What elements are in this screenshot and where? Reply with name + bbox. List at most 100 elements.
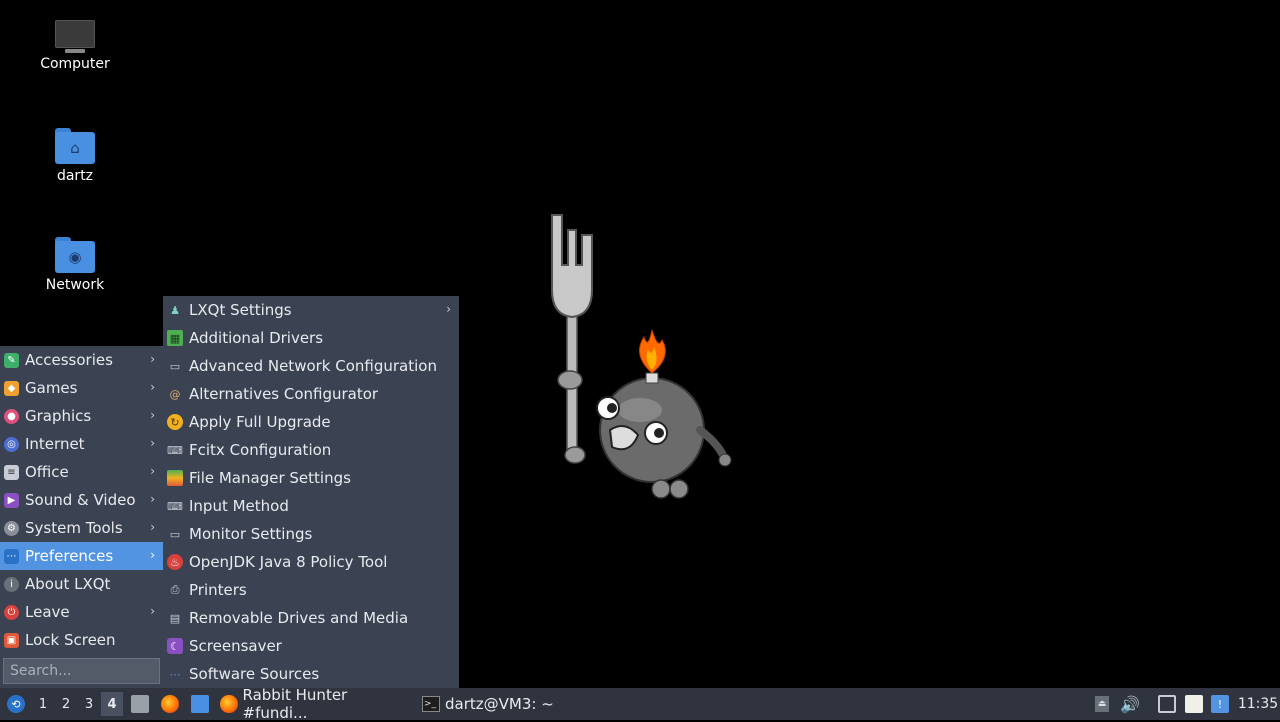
preferences-icon: ⋯ — [4, 548, 19, 564]
screensaver-icon: ☾ — [167, 638, 183, 654]
menu-item-graphics[interactable]: ● Graphics › — [0, 402, 163, 430]
office-icon: ≡ — [4, 464, 19, 480]
volume-icon: 🔊 — [1120, 694, 1140, 714]
desktop-icon-label: Computer — [40, 56, 110, 72]
menu-item-label: Graphics — [25, 407, 92, 425]
menu-item-preferences[interactable]: ⋯ Preferences › — [0, 542, 163, 570]
submenu-item-screensaver[interactable]: ☾ Screensaver — [163, 632, 459, 660]
menu-item-label: Printers — [189, 581, 247, 599]
input-method-icon: ⌨ — [167, 499, 183, 513]
tray-eject[interactable]: ⏏ — [1092, 688, 1112, 720]
accessories-icon: ✎ — [4, 352, 19, 368]
alternatives-icon: @ — [169, 387, 181, 401]
submenu-item-openjdk-policy-tool[interactable]: ♨ OpenJDK Java 8 Policy Tool — [163, 548, 459, 576]
lock-icon: ▣ — [4, 632, 19, 648]
menu-item-accessories[interactable]: ✎ Accessories › — [0, 346, 163, 374]
submenu-item-lxqt-settings[interactable]: ♟ LXQt Settings › — [163, 296, 459, 324]
system-tools-icon: ⚙ — [4, 520, 19, 536]
monitor-icon: ▭ — [169, 527, 181, 541]
lubuntu-logo-icon: ⟲ — [7, 695, 25, 713]
menu-item-system-tools[interactable]: ⚙ System Tools › — [0, 514, 163, 542]
workspace-label: 2 — [61, 696, 71, 712]
menu-item-label: Screensaver — [189, 637, 282, 655]
computer-icon — [55, 20, 95, 53]
tray-clipboard[interactable] — [1184, 688, 1204, 720]
main-menu-button[interactable]: ⟲ — [4, 688, 28, 720]
menu-item-internet[interactable]: ◎ Internet › — [0, 430, 163, 458]
sound-video-icon: ▶ — [4, 492, 19, 508]
workspace-1[interactable]: 1 — [32, 688, 54, 720]
application-menu: ✎ Accessories › ◆ Games › ● Graphics › ◎… — [0, 346, 163, 688]
drive-icon: ▤ — [169, 611, 181, 625]
menu-item-label: OpenJDK Java 8 Policy Tool — [189, 553, 388, 571]
keyboard-icon: ⌨ — [167, 443, 183, 457]
printer-icon: ⎙ — [170, 583, 180, 596]
menu-item-label: Alternatives Configurator — [189, 385, 379, 403]
workspace-label: 3 — [84, 696, 94, 712]
quicklaunch-desktop[interactable] — [190, 688, 210, 720]
menu-item-label: Apply Full Upgrade — [189, 413, 331, 431]
submenu-item-monitor-settings[interactable]: ▭ Monitor Settings — [163, 520, 459, 548]
chevron-right-icon: › — [150, 352, 155, 366]
submenu-item-additional-drivers[interactable]: ▦ Additional Drivers — [163, 324, 459, 352]
desktop-icon-network[interactable]: ◉ Network — [20, 237, 130, 293]
submenu-item-file-manager-settings[interactable]: File Manager Settings — [163, 464, 459, 492]
file-manager-icon — [131, 695, 149, 713]
workspace-2[interactable]: 2 — [55, 688, 77, 720]
workspace-4[interactable]: 4 — [101, 692, 123, 716]
menu-item-label: Accessories — [25, 351, 113, 369]
desktop-icon-label: dartz — [56, 168, 94, 184]
desktop-icon-home[interactable]: ⌂ dartz — [20, 128, 130, 184]
menu-item-about[interactable]: i About LXQt — [0, 570, 163, 598]
clock[interactable]: 11:35 — [1238, 688, 1278, 720]
menu-item-label: Fcitx Configuration — [189, 441, 332, 459]
menu-item-office[interactable]: ≡ Office › — [0, 458, 163, 486]
menu-item-label: Sound & Video — [25, 491, 136, 509]
quicklaunch-firefox[interactable] — [160, 688, 180, 720]
chevron-right-icon: › — [446, 302, 451, 316]
tray-network[interactable] — [1157, 688, 1177, 720]
preferences-submenu: ♟ LXQt Settings › ▦ Additional Drivers ▭… — [163, 296, 459, 688]
tray-volume[interactable]: 🔊 — [1120, 688, 1140, 720]
chevron-right-icon: › — [150, 436, 155, 450]
task-firefox[interactable]: Rabbit Hunter #fundi... — [220, 686, 412, 722]
menu-item-label: Advanced Network Configuration — [189, 357, 437, 375]
submenu-item-software-sources[interactable]: ⋯ Software Sources — [163, 660, 459, 688]
menu-item-sound-video[interactable]: ▶ Sound & Video › — [0, 486, 163, 514]
menu-item-label: Internet — [25, 435, 85, 453]
menu-item-lock-screen[interactable]: ▣ Lock Screen — [0, 626, 163, 654]
menu-item-label: About LXQt — [25, 575, 111, 593]
chevron-right-icon: › — [150, 380, 155, 394]
submenu-item-advanced-network-configuration[interactable]: ▭ Advanced Network Configuration — [163, 352, 459, 380]
wallpaper-mascot — [551, 214, 732, 499]
tray-notifications[interactable]: ! — [1210, 688, 1230, 720]
task-terminal[interactable]: >_ dartz@VM3: ~ — [422, 688, 602, 720]
submenu-item-input-method[interactable]: ⌨ Input Method — [163, 492, 459, 520]
submenu-item-fcitx-configuration[interactable]: ⌨ Fcitx Configuration — [163, 436, 459, 464]
submenu-item-apply-full-upgrade[interactable]: ↻ Apply Full Upgrade — [163, 408, 459, 436]
submenu-item-printers[interactable]: ⎙ Printers — [163, 576, 459, 604]
menu-item-label: LXQt Settings — [189, 301, 292, 319]
taskbar: ⟲ 1 2 3 4 Rabbit Hunter #fundi... >_ dar… — [0, 686, 1280, 722]
lxqt-settings-icon: ♟ — [170, 303, 180, 317]
workspace-label: 1 — [38, 696, 48, 712]
java-icon: ♨ — [167, 554, 183, 570]
menu-search-input[interactable]: Search... — [3, 658, 160, 684]
menu-item-label: Additional Drivers — [189, 329, 324, 347]
clock-time: 11:35 — [1237, 696, 1279, 712]
menu-item-label: Lock Screen — [25, 631, 116, 649]
menu-item-games[interactable]: ◆ Games › — [0, 374, 163, 402]
desktop-icon-label: Network — [45, 277, 105, 293]
desktop-icon-computer[interactable]: Computer — [20, 20, 130, 72]
submenu-item-alternatives-configurator[interactable]: @ Alternatives Configurator — [163, 380, 459, 408]
chevron-right-icon: › — [150, 520, 155, 534]
workspace-3[interactable]: 3 — [78, 688, 100, 720]
show-desktop-icon — [191, 695, 209, 713]
quicklaunch-file-manager[interactable] — [130, 688, 150, 720]
firefox-icon — [161, 695, 179, 713]
network-icon — [1158, 695, 1176, 713]
menu-item-label: System Tools — [25, 519, 123, 537]
menu-item-label: Removable Drives and Media — [189, 609, 409, 627]
submenu-item-removable-drives[interactable]: ▤ Removable Drives and Media — [163, 604, 459, 632]
menu-item-leave[interactable]: ⏻ Leave › — [0, 598, 163, 626]
